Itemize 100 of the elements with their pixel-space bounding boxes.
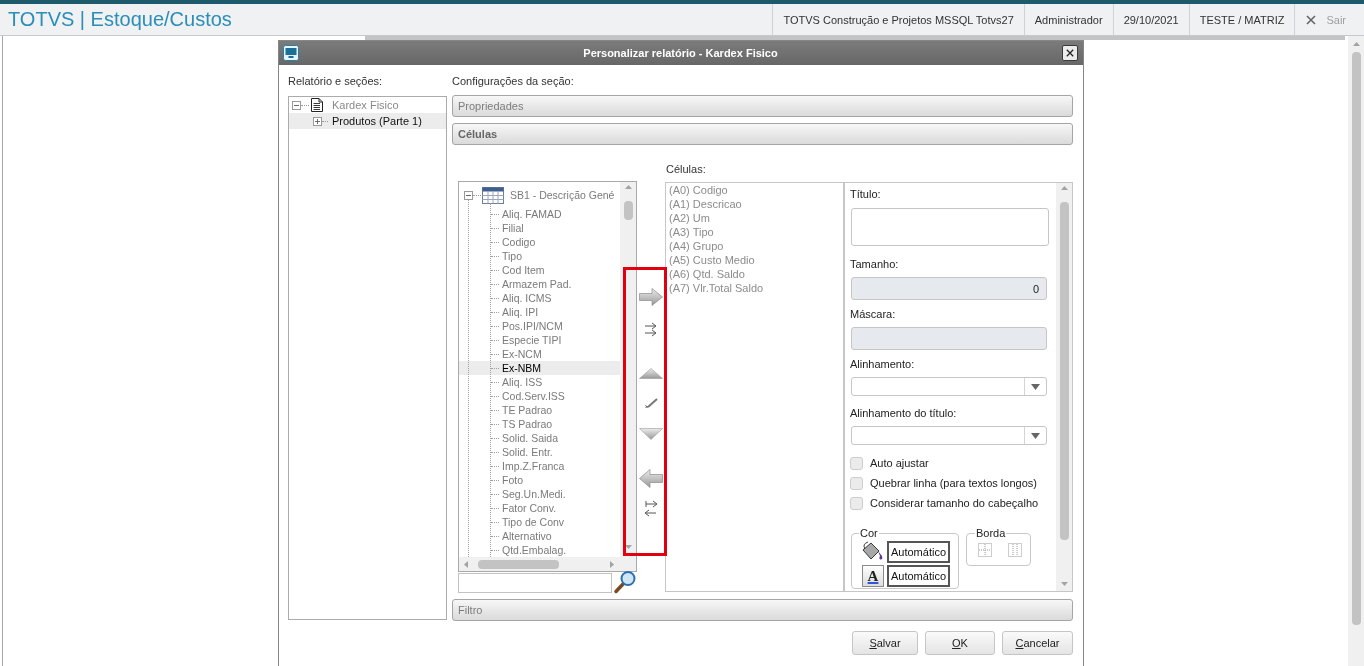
arrow-left-icon[interactable]: [639, 469, 663, 488]
tree-item[interactable]: SB1 - Descrição Gené: [459, 183, 620, 207]
list-item[interactable]: (A3) Tipo: [669, 225, 714, 239]
tree-item[interactable]: Ex-NCM: [459, 347, 620, 361]
section-header[interactable]: Propriedades: [452, 95, 1073, 117]
checkbox-label: Auto ajustar: [870, 457, 929, 469]
scroll-left-arrow-icon[interactable]: [464, 560, 468, 568]
caret-down-icon[interactable]: [1031, 432, 1040, 439]
column-label: Configurações da seção:: [452, 74, 574, 88]
tree-item[interactable]: Qtd.Embalag.: [459, 543, 620, 557]
header-info-text: Administrador: [1034, 13, 1103, 26]
tree-item[interactable]: Imp.Z.Franca: [459, 459, 620, 473]
tree-item[interactable]: Alternativo: [459, 529, 620, 543]
dialog-button[interactable]: Cancelar: [1002, 631, 1073, 655]
monitor-icon: [283, 45, 299, 61]
tree-item[interactable]: Kardex Fisico: [289, 97, 446, 113]
close-button[interactable]: [1062, 45, 1078, 61]
section-header[interactable]: Filtro: [452, 599, 1073, 621]
group-label: Cor: [859, 526, 879, 540]
section-header[interactable]: Células: [452, 123, 1073, 145]
search-field[interactable]: [458, 573, 612, 593]
header-info-text: TESTE / MATRIZ: [1199, 13, 1285, 26]
tree-item[interactable]: Solid. Saida: [459, 431, 620, 445]
tree-item[interactable]: Aliq. ISS: [459, 375, 620, 389]
tree-item[interactable]: TS Padrao: [459, 417, 620, 431]
checkbox-label: Considerar tamanho do cabeçalho: [870, 497, 1039, 509]
list-item[interactable]: (A1) Descricao: [669, 197, 742, 211]
tree-item[interactable]: Cod.Serv.ISS: [459, 389, 620, 403]
header-info-text: 29/10/2021: [1123, 13, 1179, 26]
tree-item[interactable]: Aliq. FAMAD: [459, 207, 620, 221]
list-item[interactable]: (A5) Custo Medio: [669, 253, 755, 267]
tree-item[interactable]: Tipo: [459, 249, 620, 263]
dialog-title: Personalizar relatório - Kardex Fisico: [583, 47, 778, 59]
minus-box-icon[interactable]: [292, 100, 301, 110]
text-area[interactable]: [851, 208, 1049, 246]
scroll-up-arrow-icon[interactable]: [624, 185, 632, 189]
dropdown-field[interactable]: [851, 377, 1047, 396]
tree-item[interactable]: Seg.Un.Medi.: [459, 487, 620, 501]
list-item[interactable]: (A7) Vlr.Total Saldo: [669, 281, 764, 295]
field-label: Alinhamento:: [850, 357, 915, 371]
scroll-down-arrow-icon[interactable]: [624, 545, 632, 549]
column-label: Relatório e seções:: [288, 74, 383, 88]
border-style-icon[interactable]: [1008, 543, 1022, 557]
field-label: Alinhamento do título:: [850, 406, 957, 420]
arrow-right-icon[interactable]: [639, 288, 663, 306]
scroll-up-arrow-icon[interactable]: [1060, 186, 1068, 190]
scrollbar-thumb[interactable]: [478, 559, 559, 569]
tree-item[interactable]: Armazem Pad.: [459, 277, 620, 291]
tree-item[interactable]: Aliq. IPI: [459, 305, 620, 319]
font-color-icon[interactable]: A: [862, 565, 884, 587]
tree-item[interactable]: Codigo: [459, 235, 620, 249]
checkbox[interactable]: [850, 476, 863, 490]
tree-item[interactable]: Cod Item: [459, 263, 620, 277]
caret-down-icon[interactable]: [1031, 383, 1040, 390]
tree-item[interactable]: Foto: [459, 473, 620, 487]
color-button[interactable]: Automático: [887, 565, 950, 587]
scroll-right-arrow-icon[interactable]: [610, 560, 614, 568]
dropdown-field[interactable]: [851, 426, 1047, 445]
plus-box-icon[interactable]: [313, 116, 322, 126]
tree-item[interactable]: Pos.IPI/NCM: [459, 319, 620, 333]
list-item[interactable]: (A2) Um: [669, 211, 710, 225]
double-arrow-right-icon[interactable]: [645, 322, 657, 337]
scroll-up-arrow-icon[interactable]: [1352, 42, 1360, 46]
list-item[interactable]: (A6) Qtd. Saldo: [669, 267, 745, 281]
tree-item[interactable]: Produtos (Parte 1): [289, 113, 446, 129]
field-label: Máscara:: [850, 307, 896, 321]
checkbox[interactable]: [850, 496, 863, 510]
scrollbar-thumb[interactable]: [623, 201, 633, 220]
close-icon: [1066, 49, 1074, 57]
border-style-icon[interactable]: [978, 543, 992, 557]
checkbox[interactable]: [850, 456, 863, 470]
app-title: TOTVS | Estoque/Custos: [8, 8, 232, 31]
header-info-text: TOTVS Construção e Projetos MSSQL Totvs27: [783, 13, 1014, 26]
list-item[interactable]: (A4) Grupo: [669, 239, 724, 253]
tree-item[interactable]: Aliq. ICMS: [459, 291, 620, 305]
tree-item[interactable]: Solid. Entr.: [459, 445, 620, 459]
close-icon: [1306, 14, 1317, 25]
tree-item[interactable]: Fator Conv.: [459, 501, 620, 515]
search-icon[interactable]: [613, 570, 637, 594]
tree-item[interactable]: Tipo de Conv: [459, 515, 620, 529]
pencil-icon[interactable]: [644, 398, 658, 409]
tree-item[interactable]: Ex-NBM: [459, 361, 620, 375]
tree-item[interactable]: TE Padrao: [459, 403, 620, 417]
triangle-down-icon[interactable]: [639, 428, 663, 440]
tree-item[interactable]: Filial: [459, 221, 620, 235]
scrollbar-thumb[interactable]: [1351, 52, 1361, 625]
scroll-down-arrow-icon[interactable]: [1060, 582, 1068, 586]
tree-item[interactable]: Especie TIPI: [459, 333, 620, 347]
minus-box-icon[interactable]: [464, 190, 473, 200]
field-label: Título:: [850, 187, 881, 201]
table-icon: [482, 186, 504, 204]
scrollbar-thumb[interactable]: [1059, 202, 1069, 540]
dialog-button[interactable]: OK: [925, 631, 995, 655]
list-item[interactable]: (A0) Codigo: [669, 183, 728, 197]
dialog-button[interactable]: Salvar: [852, 631, 918, 655]
triangle-up-icon[interactable]: [639, 368, 663, 379]
group-label: Borda: [975, 526, 1007, 540]
swap-arrows-icon[interactable]: [645, 499, 657, 518]
color-button[interactable]: Automático: [887, 541, 950, 563]
list-label: Células:: [666, 162, 706, 176]
